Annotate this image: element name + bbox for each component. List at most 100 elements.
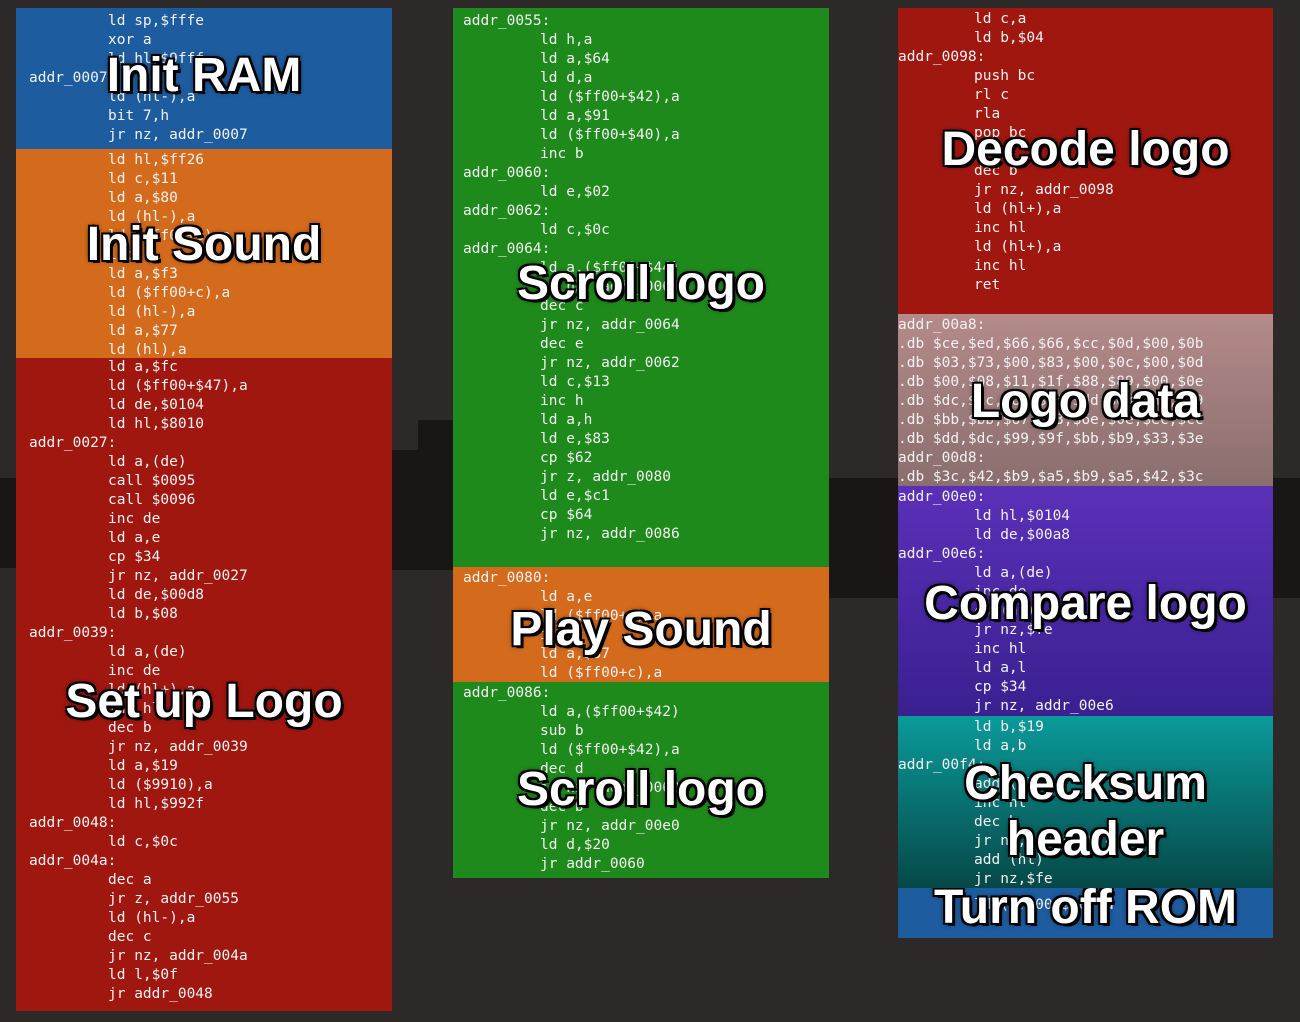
code-instruction-line: ld c,a <box>974 11 1027 27</box>
section-title: Checksum header <box>964 757 1207 866</box>
code-instruction-line: inc de <box>108 511 161 527</box>
section-title: Play Sound <box>510 603 772 656</box>
code-instruction-line: ld ($ff00+$42),a <box>540 89 680 105</box>
background-silhouette <box>829 478 899 598</box>
section-scroll-logo-1: addr_0055:ld h,a ld a,$64 ld d,a ld ($ff00+… <box>453 8 829 567</box>
code-instruction-line: ld d,a <box>540 70 593 86</box>
code-instruction-line: ld a,(de) <box>108 454 187 470</box>
background-silhouette <box>1273 478 1300 598</box>
code-instruction-line: ld a,$19 <box>108 758 178 774</box>
code-label-line: addr_00a8: <box>898 317 986 333</box>
code-instruction-line: ld (hl-),a <box>108 910 196 926</box>
code-instruction-line: inc hl <box>974 258 1027 274</box>
code-instruction-line: dec a <box>108 872 152 888</box>
code-instruction-line: jr addr_0060 <box>540 856 645 872</box>
code-label-line: .db $03,$73,$00,$83,$00,$0c,$00,$0d <box>898 355 1204 371</box>
code-instruction-line: call $0095 <box>108 473 196 489</box>
code-instruction-line: dec e <box>540 336 584 352</box>
code-instruction-line: ld (hl-),a <box>108 304 196 320</box>
code-instruction-line: ld l,$0f <box>108 967 178 983</box>
code-instruction-line: jr z, addr_0055 <box>108 891 239 907</box>
column-right: ld c,a ld b,$04 addr_0098: push bc rl c rla po… <box>898 8 1273 938</box>
code-label-line: .db $ce,$ed,$66,$66,$cc,$0d,$00,$0b <box>898 336 1204 352</box>
code-instruction-line: cp $62 <box>540 450 593 466</box>
code-instruction-line: ld ($ff00+$42),a <box>540 742 680 758</box>
code-label-line: addr_00d8: <box>898 450 986 466</box>
section-title: Scroll logo <box>516 763 765 816</box>
code-instruction-line: rl c <box>974 87 1009 103</box>
code-instruction-line: ld c,$0c <box>540 222 610 238</box>
section-title: Decode logo <box>941 123 1230 176</box>
code-label-line: addr_0062: <box>463 203 551 219</box>
code-instruction-line: inc b <box>540 146 584 162</box>
code-instruction-line: ld a,$64 <box>540 51 610 67</box>
section-title: Logo data <box>970 375 1201 428</box>
code-instruction-line: ld hl,$8010 <box>108 416 205 432</box>
section-init-ram: ld sp,$fffe xor a ld hl,$9fff addr_0007: ld … <box>16 8 392 149</box>
code-instruction-line: jr nz, addr_0098 <box>974 182 1114 198</box>
code-instruction-line: ld sp,$fffe <box>108 13 205 29</box>
section-logo-data: addr_00a8: .db $ce,$ed,$66,$66,$cc,$0d,$0… <box>898 314 1273 486</box>
background-silhouette <box>392 450 454 570</box>
code-instruction-line: jr z, addr_0080 <box>540 469 671 485</box>
section-compare-logo: addr_00e0: ld hl,$0104 ld de,$00a8 addr_00e… <box>898 486 1273 716</box>
code-instruction-line: ld (hl+),a <box>974 201 1062 217</box>
section-title: Scroll logo <box>516 257 765 310</box>
code-instruction-line: cp $64 <box>540 507 593 523</box>
column-left: ld sp,$fffe xor a ld hl,$9fff addr_0007: ld … <box>16 8 392 1011</box>
code-instruction-line: jr addr_0048 <box>108 986 213 1002</box>
code-instruction-line: ret <box>974 277 1001 293</box>
code-instruction-line: ld b,$04 <box>974 30 1044 46</box>
code-instruction-line: cp $34 <box>974 679 1027 695</box>
code-instruction-line: cp $34 <box>108 549 161 565</box>
code-instruction-line: ld a,$fc <box>108 359 178 375</box>
code-instruction-line: jr nz, addr_0027 <box>108 568 248 584</box>
section-play-sound: addr_0080: ld a,e ld ($ff00+c),a inc c ld a,… <box>453 567 829 682</box>
code-instruction-line: ld a,b <box>974 738 1027 754</box>
code-instruction-line: ld c,$11 <box>108 171 178 187</box>
code-instruction-line: ld hl,$0104 <box>974 508 1071 524</box>
section-title: Set up Logo <box>65 675 343 728</box>
code-label-line: addr_0027: <box>29 435 117 451</box>
code-instruction-line: inc hl <box>974 641 1027 657</box>
code-instruction-line: ld d,$20 <box>540 837 610 853</box>
code-instruction-line: ld ($9910),a <box>108 777 213 793</box>
section-scroll-logo-2: addr_0086: ld a,($ff00+$42) sub b ld ($ff00… <box>453 682 829 878</box>
code-instruction-line: ld e,$02 <box>540 184 610 200</box>
code-instruction-line: ld a,l <box>974 660 1027 676</box>
code-instruction-line: jr nz, addr_0062 <box>540 355 680 371</box>
code-label-line: addr_0060: <box>463 165 551 181</box>
code-instruction-line: ld a,h <box>540 412 593 428</box>
code-label-line: addr_00e0: <box>898 489 986 505</box>
code-instruction-line: jr nz, addr_0086 <box>540 526 680 542</box>
section-decode-logo: ld c,a ld b,$04 addr_0098: push bc rl c rla po… <box>898 8 1273 314</box>
section-set-up-logo: ld a,$fc ld ($ff00+$47),a ld de,$0104 ld hl… <box>16 358 392 1011</box>
code-instruction-line: ld e,$83 <box>540 431 610 447</box>
code-instruction-line: ld a,($ff00+$42) <box>540 704 680 720</box>
code-instruction-line: ld de,$0104 <box>108 397 205 413</box>
code-label-line: addr_0048: <box>29 815 117 831</box>
code-instruction-line: ld ($ff00+$40),a <box>540 127 680 143</box>
code-instruction-line: ld a,$91 <box>540 108 610 124</box>
code-instruction-line: ld (hl+),a <box>974 239 1062 255</box>
code-label-line: addr_0055: <box>463 13 551 29</box>
background-silhouette <box>418 420 454 460</box>
code-instruction-line: inc hl <box>974 220 1027 236</box>
code-instruction-line: ld a,$77 <box>108 323 178 339</box>
section-title: Init RAM <box>106 49 302 102</box>
code-instruction-line: dec c <box>108 929 152 945</box>
code-instruction-line: ld e,$c1 <box>540 488 610 504</box>
code-instruction-line: sub b <box>540 723 584 739</box>
code-instruction-line: ld a,(de) <box>108 644 187 660</box>
section-turn-off-rom: ld ($ff00+$50),a Turn off ROM <box>898 888 1273 938</box>
code-instruction-line: ld h,a <box>540 32 593 48</box>
code-instruction-line: ld hl,$ff26 <box>108 152 205 168</box>
code-instruction-line: jr nz, addr_00e6 <box>974 698 1114 714</box>
code-label-line: addr_00e6: <box>898 546 986 562</box>
code-label-line: .db $3c,$42,$b9,$a5,$b9,$a5,$42,$3c <box>898 469 1204 485</box>
code-instruction-line: ld de,$00d8 <box>108 587 205 603</box>
code-instruction-line: inc h <box>540 393 584 409</box>
code-instruction-line: ld b,$19 <box>974 719 1044 735</box>
code-instruction-line: jr nz, addr_0039 <box>108 739 248 755</box>
code-label-line: addr_004a: <box>29 853 117 869</box>
